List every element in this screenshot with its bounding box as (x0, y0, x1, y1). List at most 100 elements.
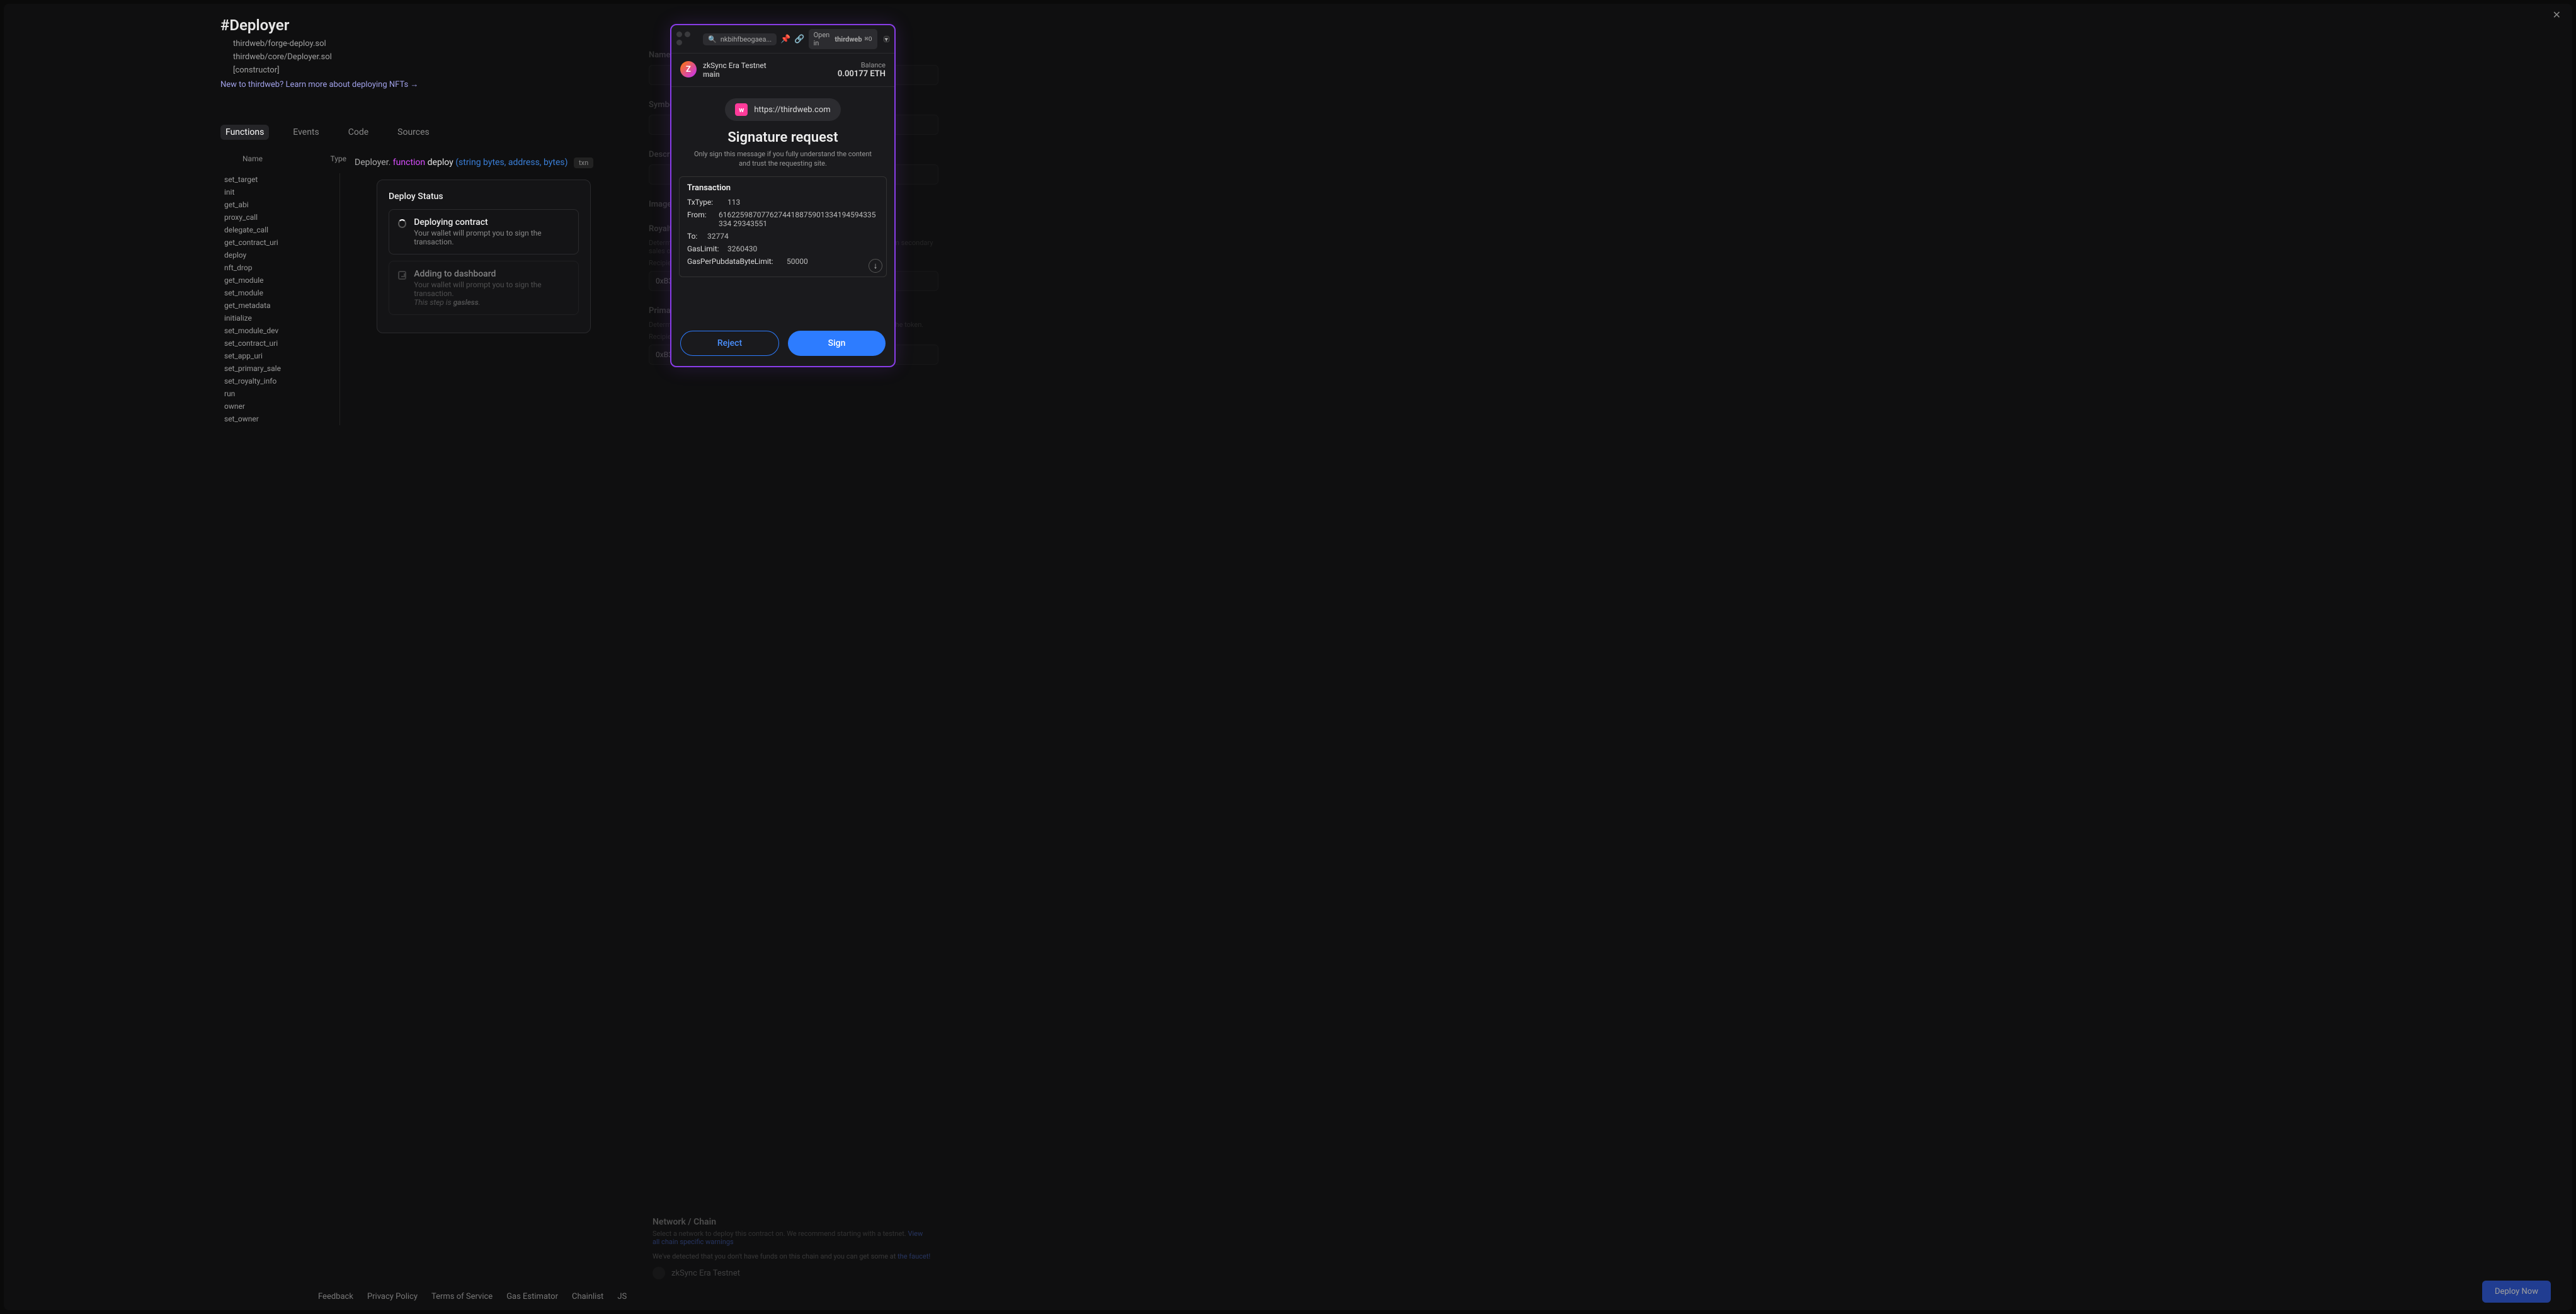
link-icon[interactable]: 🔗 (794, 35, 804, 44)
balance-value: 0.00177 ETH (838, 69, 886, 79)
function-signature: Deployer. function deploy (string bytes,… (355, 157, 593, 168)
gpd-key: GasPerPubdataByteLimit: (687, 257, 782, 266)
footer-link[interactable]: Chainlist (572, 1292, 603, 1301)
transaction-box: Transaction TxType:113 From:616225987077… (679, 176, 887, 277)
list-item[interactable]: deploy (220, 249, 339, 261)
list-item[interactable]: get_module (220, 274, 339, 287)
faucet-link[interactable]: the faucet! (898, 1252, 930, 1260)
deployer-args: (string bytes, address, bytes) (455, 157, 567, 168)
wallet-popup: 🔍 nkbihfbeogaea... 📌 🔗 Open in thirdweb … (670, 24, 896, 367)
site-pill: w https://thirdweb.com (725, 98, 840, 121)
avatar[interactable]: Z (680, 61, 697, 77)
tab-sources[interactable]: Sources (392, 125, 435, 140)
footer-link[interactable]: Privacy Policy (367, 1292, 418, 1301)
footer: Feedback Privacy Policy Terms of Service… (318, 1292, 627, 1301)
to-val: 32774 (707, 232, 729, 241)
gas-val: 3260430 (727, 244, 757, 253)
sign-button[interactable]: Sign (788, 331, 886, 356)
func-header: Name Type (220, 154, 346, 163)
list-item[interactable]: set_royalty_info (220, 375, 339, 387)
breadcrumb-item[interactable]: thirdweb/forge-deploy.sol (233, 38, 332, 51)
list-item[interactable]: set_app_uri (220, 350, 339, 362)
list-item[interactable]: owner (220, 400, 339, 413)
step-desc: Your wallet will prompt you to sign the … (414, 280, 569, 307)
wallet-search[interactable]: 🔍 nkbihfbeogaea... (703, 33, 777, 45)
activity-icon (398, 271, 406, 280)
list-item[interactable]: set_owner (220, 413, 339, 425)
open-brand: thirdweb (835, 35, 862, 43)
help-link[interactable]: New to thirdweb? Learn more about deploy… (220, 79, 418, 89)
network-name: zkSync Era Testnet (703, 61, 767, 70)
signature-subtitle: Only sign this message if you fully unde… (671, 149, 894, 169)
list-item[interactable]: set_primary_sale (220, 362, 339, 375)
gas-key: GasLimit: (687, 244, 722, 253)
list-item[interactable]: proxy_call (220, 211, 339, 224)
search-icon: 🔍 (708, 35, 717, 43)
shortcut: ⌘O (865, 36, 872, 43)
traffic-lights (676, 31, 699, 47)
site-url: https://thirdweb.com (754, 105, 830, 115)
list-item[interactable]: run (220, 387, 339, 400)
function-list: set_target init get_abi proxy_call deleg… (220, 173, 340, 425)
deployer-fn: deploy (428, 157, 453, 168)
modal-title: Deploy Status (389, 191, 579, 202)
list-item[interactable]: delegate_call (220, 224, 339, 236)
list-item[interactable]: set_target (220, 173, 339, 186)
network-desc: Select a network to deploy this contract… (653, 1230, 930, 1246)
deployer-label: Deployer. (355, 157, 390, 168)
list-item[interactable]: set_module_dev (220, 324, 339, 337)
step-dashboard: Adding to dashboard Your wallet will pro… (389, 261, 579, 315)
list-item[interactable]: nft_drop (220, 261, 339, 274)
tx-heading: Transaction (687, 183, 879, 193)
network-select[interactable]: zkSync Era Testnet (653, 1267, 930, 1279)
list-item[interactable]: initialize (220, 312, 339, 324)
step-deploying: Deploying contract Your wallet will prom… (389, 209, 579, 254)
chevron-down-icon[interactable]: ▾ (884, 36, 889, 42)
to-key: To: (687, 232, 702, 241)
footer-link[interactable]: Gas Estimator (506, 1292, 558, 1301)
network-section: Network / Chain Select a network to depl… (653, 1217, 930, 1279)
step-desc: Your wallet will prompt you to sign the … (414, 229, 569, 246)
chain-name: zkSync Era Testnet (671, 1269, 740, 1278)
search-text: nkbihfbeogaea... (721, 35, 772, 43)
from-key: From: (687, 210, 714, 228)
tab-code[interactable]: Code (343, 125, 373, 140)
deploy-now-button[interactable]: Deploy Now (2482, 1281, 2551, 1303)
network-title: Network / Chain (653, 1217, 930, 1227)
pin-icon[interactable]: 📌 (780, 35, 790, 44)
txtype-key: TxType: (687, 198, 722, 207)
from-val: 6162259870776274418875901334194594335334… (719, 210, 879, 228)
footer-link[interactable]: Feedback (318, 1292, 353, 1301)
gasless: gasless (453, 298, 479, 307)
list-item[interactable]: get_abi (220, 198, 339, 211)
open-in-label: Open in (814, 31, 833, 47)
breadcrumb-item[interactable]: thirdweb/core/Deployer.sol (233, 51, 332, 64)
txn-badge: txn (574, 157, 593, 168)
site-logo-icon: w (735, 103, 748, 116)
deployer-verb: function (393, 157, 425, 168)
tab-events[interactable]: Events (288, 125, 324, 140)
footer-link[interactable]: Terms of Service (431, 1292, 493, 1301)
gpd-val: 50000 (787, 257, 808, 266)
list-item[interactable]: init (220, 186, 339, 198)
col-type: Type (330, 154, 346, 163)
deploy-status-modal: Deploy Status Deploying contract Your wa… (377, 180, 591, 333)
list-item[interactable]: get_metadata (220, 299, 339, 312)
signature-title: Signature request (671, 130, 894, 146)
account-name: main (703, 70, 767, 79)
breadcrumb: thirdweb/forge-deploy.sol thirdweb/core/… (233, 38, 332, 77)
wallet-toolbar: 🔍 nkbihfbeogaea... 📌 🔗 Open in thirdweb … (671, 25, 894, 54)
chain-icon (653, 1267, 665, 1279)
scroll-down-icon[interactable]: ↓ (869, 259, 882, 273)
breadcrumb-item[interactable]: [constructor] (233, 64, 332, 77)
list-item[interactable]: set_module (220, 287, 339, 299)
open-in-thirdweb[interactable]: Open in thirdweb ⌘O (809, 29, 877, 49)
reject-button[interactable]: Reject (680, 331, 779, 356)
step-title: Adding to dashboard (414, 269, 569, 279)
close-icon[interactable]: ✕ (2553, 9, 2561, 21)
tabs: Functions Events Code Sources (220, 125, 435, 140)
tab-functions[interactable]: Functions (220, 125, 269, 140)
list-item[interactable]: set_contract_uri (220, 337, 339, 350)
list-item[interactable]: get_contract_uri (220, 236, 339, 249)
footer-link[interactable]: JS (617, 1292, 627, 1301)
